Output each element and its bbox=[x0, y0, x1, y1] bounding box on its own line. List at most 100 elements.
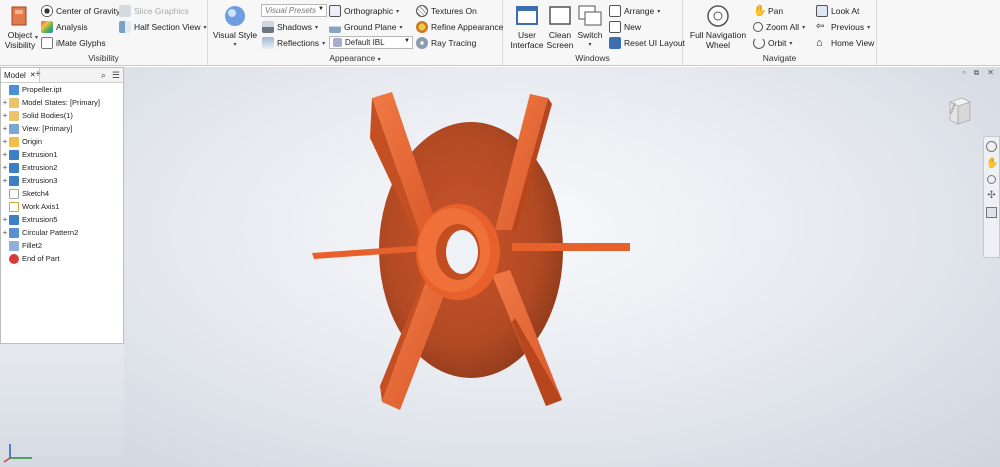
tree-item[interactable]: + Extrusion5 bbox=[1, 213, 123, 226]
pan-button[interactable]: ✋ Pan bbox=[753, 4, 783, 18]
new-window-icon bbox=[609, 21, 621, 33]
orthographic-dropdown[interactable]: ▾ bbox=[396, 8, 399, 15]
half-section-view-icon bbox=[119, 21, 131, 33]
shadows-button[interactable]: Shadows ▾ bbox=[262, 20, 318, 34]
tab-model[interactable]: Model ✕ bbox=[1, 68, 40, 82]
zoom-all-dropdown[interactable]: ▾ bbox=[802, 24, 805, 31]
propeller-model[interactable] bbox=[300, 80, 650, 420]
center-of-gravity-button[interactable]: Center of Gravity bbox=[41, 4, 120, 18]
visual-style-dropdown[interactable]: ▾ bbox=[233, 40, 236, 50]
tree-expander[interactable]: + bbox=[1, 124, 9, 133]
ibl-select[interactable]: Default IBL ▼ bbox=[329, 36, 413, 49]
tree-item-label: Fillet2 bbox=[22, 241, 43, 250]
tree-item[interactable]: End of Part bbox=[1, 252, 123, 265]
refine-appearance-button[interactable]: Refine Appearance bbox=[416, 20, 503, 34]
new-window-button[interactable]: New bbox=[609, 20, 641, 34]
ground-plane-button[interactable]: Ground Plane ▾ bbox=[329, 20, 402, 34]
tree-item[interactable]: Propeller.ipt bbox=[1, 83, 123, 96]
tree-item[interactable]: + Model States: [Primary] bbox=[1, 96, 123, 109]
propeller-blade-right bbox=[512, 243, 630, 251]
reflections-dropdown[interactable]: ▾ bbox=[322, 40, 325, 47]
tree-item-label: Extrusion2 bbox=[22, 163, 58, 172]
tree-expander[interactable]: + bbox=[1, 111, 9, 120]
ray-tracing-button[interactable]: Ray Tracing bbox=[416, 36, 476, 50]
half-section-view-dropdown[interactable]: ▾ bbox=[203, 24, 206, 31]
ray-tracing-icon bbox=[416, 37, 428, 49]
refine-appearance-icon bbox=[416, 21, 428, 33]
user-interface-button[interactable]: User Interface bbox=[507, 4, 547, 50]
look-at-icon[interactable] bbox=[986, 207, 997, 218]
orbit-button[interactable]: Orbit ▾ bbox=[753, 36, 792, 50]
textures-on-button[interactable]: Textures On bbox=[416, 4, 477, 18]
visibility-group-title: Visibility bbox=[88, 53, 119, 63]
shadows-label: Shadows bbox=[277, 22, 312, 32]
reset-ui-layout-label: Reset UI Layout bbox=[624, 38, 685, 48]
slice-graphics-button[interactable]: Slice Graphics bbox=[119, 4, 189, 18]
pan-hand-icon: ✋ bbox=[753, 5, 767, 17]
tree-item[interactable]: + Extrusion1 bbox=[1, 148, 123, 161]
switch-button[interactable]: Switch ▾ bbox=[575, 4, 605, 50]
tree-expander[interactable]: + bbox=[1, 98, 9, 107]
orbit-icon[interactable]: ✣ bbox=[986, 190, 997, 201]
ground-plane-dropdown[interactable]: ▾ bbox=[399, 24, 402, 31]
zoom-icon[interactable] bbox=[987, 175, 996, 184]
tree-item[interactable]: + Extrusion2 bbox=[1, 161, 123, 174]
tree-item[interactable]: + Solid Bodies(1) bbox=[1, 109, 123, 122]
textures-icon bbox=[416, 5, 428, 17]
look-at-button[interactable]: Look At bbox=[816, 4, 859, 18]
shadows-dropdown[interactable]: ▾ bbox=[315, 24, 318, 31]
refine-appearance-label: Refine Appearance bbox=[431, 22, 504, 32]
visual-style-button[interactable]: Visual Style ▾ bbox=[212, 4, 258, 50]
viewcube[interactable]: FRONT bbox=[948, 96, 972, 126]
reset-ui-layout-button[interactable]: Reset UI Layout bbox=[609, 36, 685, 50]
tree-expander[interactable]: + bbox=[1, 137, 9, 146]
imate-glyphs-button[interactable]: iMate Glyphs bbox=[41, 36, 106, 50]
orthographic-button[interactable]: Orthographic ▾ bbox=[329, 4, 399, 18]
visual-presets-select[interactable]: Visual Presets ▼ bbox=[261, 4, 327, 17]
full-navigation-wheel-label: Full Navigation Wheel bbox=[689, 30, 747, 50]
restore-icon[interactable]: ⧉ bbox=[974, 68, 980, 78]
appearance-group-title-text: Appearance bbox=[329, 53, 376, 63]
tree-expander[interactable]: + bbox=[1, 215, 9, 224]
tree-item[interactable]: + Origin bbox=[1, 135, 123, 148]
tree-item[interactable]: + Extrusion3 bbox=[1, 174, 123, 187]
part-icon bbox=[9, 84, 19, 95]
work-axis-icon bbox=[9, 201, 19, 212]
arrow-left-icon: ⇦ bbox=[816, 21, 825, 32]
switch-dropdown[interactable]: ▾ bbox=[588, 40, 591, 50]
minimize-icon[interactable]: ▫ bbox=[963, 68, 966, 78]
reflections-button[interactable]: Reflections ▾ bbox=[262, 36, 325, 50]
previous-dropdown[interactable]: ▾ bbox=[867, 24, 870, 31]
axis-triad bbox=[3, 444, 32, 463]
home-view-button[interactable]: ⌂ Home View bbox=[816, 36, 874, 50]
tree-expander[interactable]: + bbox=[1, 163, 9, 172]
previous-view-button[interactable]: ⇦ Previous ▾ bbox=[816, 20, 870, 34]
search-icon[interactable]: ⌕ bbox=[101, 70, 106, 81]
orbit-dropdown[interactable]: ▾ bbox=[789, 40, 792, 47]
zoom-all-button[interactable]: Zoom All ▾ bbox=[753, 20, 805, 34]
half-section-view-button[interactable]: Half Section View ▾ bbox=[119, 20, 206, 34]
arrange-dropdown[interactable]: ▾ bbox=[657, 8, 660, 15]
tree-item-label: Solid Bodies(1) bbox=[22, 111, 73, 120]
add-browser-tab-button[interactable]: + bbox=[35, 69, 41, 80]
tree-expander[interactable]: + bbox=[1, 228, 9, 237]
tree-item[interactable]: Sketch4 bbox=[1, 187, 123, 200]
tree-item[interactable]: Fillet2 bbox=[1, 239, 123, 252]
pan-hand-icon[interactable]: ✋ bbox=[986, 158, 998, 169]
analysis-button[interactable]: Analysis bbox=[41, 20, 88, 34]
clean-screen-button[interactable]: Clean Screen bbox=[545, 4, 575, 50]
menu-icon[interactable]: ☰ bbox=[112, 70, 120, 81]
object-visibility-dropdown[interactable]: ▾ bbox=[35, 34, 38, 41]
appearance-group-dropdown[interactable]: ▾ bbox=[378, 57, 381, 63]
tree-expander[interactable]: + bbox=[1, 150, 9, 159]
close-icon[interactable]: ✕ bbox=[987, 68, 994, 78]
tree-item[interactable]: + Circular Pattern2 bbox=[1, 226, 123, 239]
half-section-view-label: Half Section View bbox=[134, 22, 201, 32]
steering-wheel-icon[interactable] bbox=[986, 141, 997, 152]
arrange-button[interactable]: Arrange ▾ bbox=[609, 4, 660, 18]
tree-item[interactable]: + View: [Primary] bbox=[1, 122, 123, 135]
full-navigation-wheel-button[interactable]: Full Navigation Wheel bbox=[687, 4, 749, 50]
tree-expander[interactable]: + bbox=[1, 176, 9, 185]
object-visibility-button[interactable]: Object Visibility bbox=[3, 4, 37, 50]
tree-item[interactable]: Work Axis1 bbox=[1, 200, 123, 213]
